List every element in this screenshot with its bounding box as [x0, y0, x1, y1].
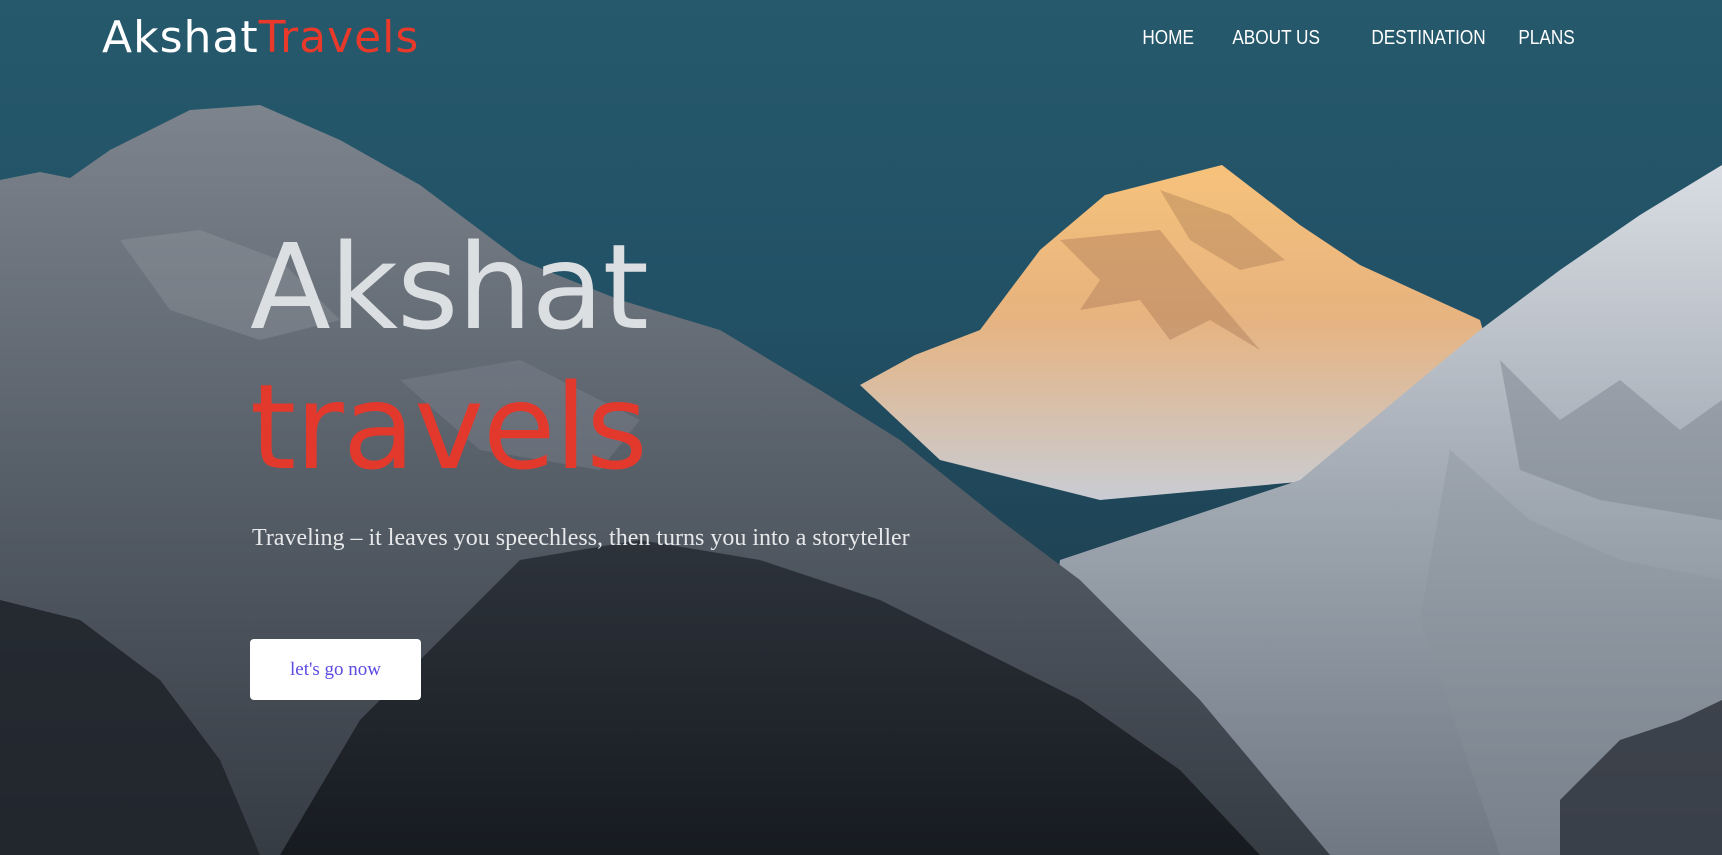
hero-section: AkshatTravels HOME ABOUT US DESTINATION …: [0, 0, 1722, 855]
nav-plans-link[interactable]: PLANS: [1502, 22, 1591, 54]
brand-logo[interactable]: AkshatTravels: [102, 10, 419, 66]
lets-go-now-button[interactable]: let's go now: [250, 639, 421, 700]
top-navbar: AkshatTravels HOME ABOUT US DESTINATION …: [0, 0, 1722, 76]
hero-content: Akshat travels Traveling – it leaves you…: [250, 218, 1050, 700]
nav-home-link[interactable]: HOME: [1126, 22, 1210, 54]
nav-destination-link[interactable]: DESTINATION: [1355, 22, 1502, 54]
brand-name-part2: Travels: [258, 12, 420, 63]
nav-about-us-link[interactable]: ABOUT US: [1216, 22, 1336, 54]
hero-title-line1: Akshat: [250, 218, 649, 356]
hero-tagline: Traveling – it leaves you speechless, th…: [252, 525, 910, 551]
brand-name-part1: Akshat: [102, 12, 259, 63]
hero-title-line2: travels: [250, 358, 648, 496]
